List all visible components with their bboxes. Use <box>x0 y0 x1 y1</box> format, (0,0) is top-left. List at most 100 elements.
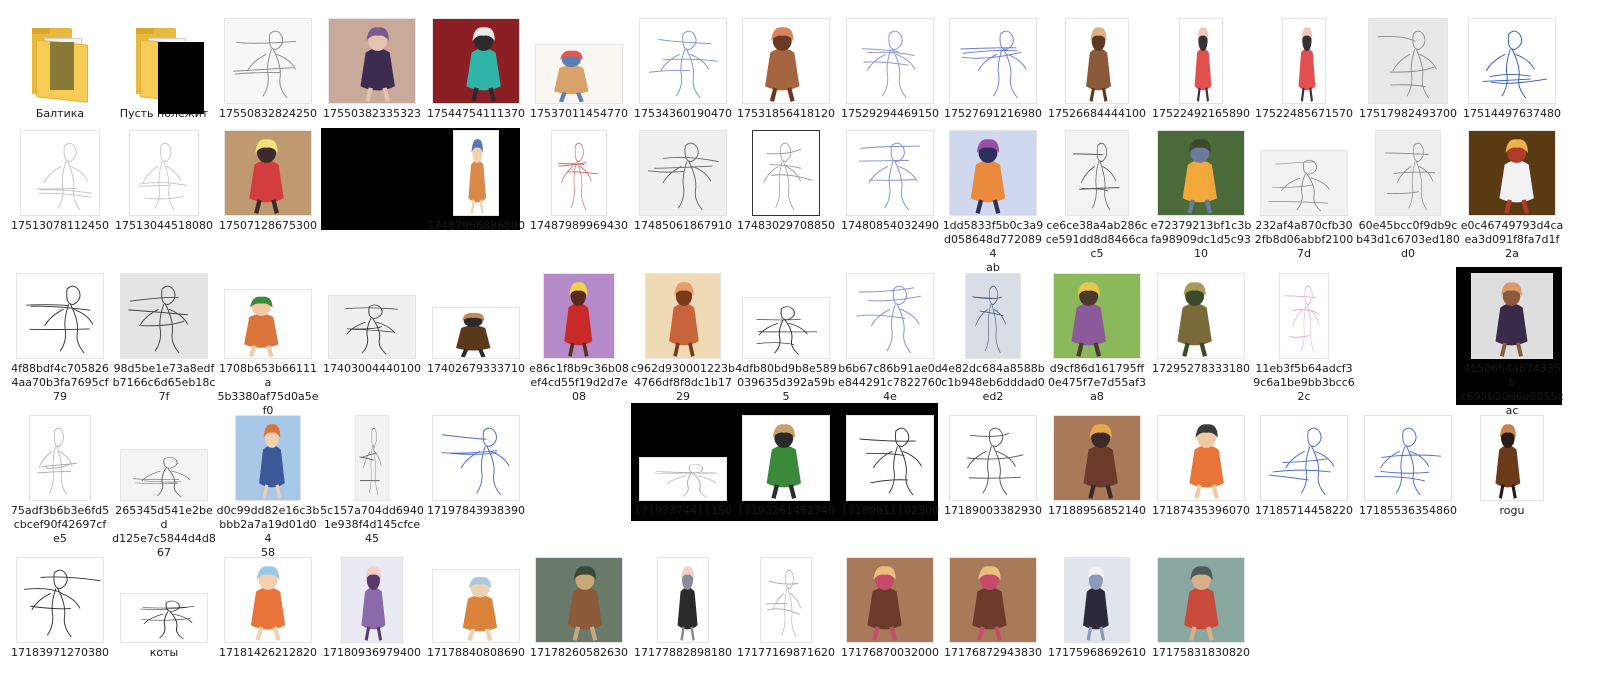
image-preview <box>328 18 416 104</box>
file-item[interactable]: d0c99dd82e16c3b bbb2a7a19d01d04 58 <box>216 409 320 560</box>
image-preview <box>224 18 312 104</box>
image-thumbnail <box>118 551 210 643</box>
file-item[interactable]: 75adf3b6b3e6fd5 cbcef90f42697cf e5 <box>8 409 112 546</box>
file-item[interactable]: 11eb3f5b64adcf3 9c6a1be9bb3bcc6 2c <box>1252 267 1356 404</box>
file-item[interactable]: 17175968692610 <box>1045 551 1149 660</box>
file-item[interactable]: 17402679333710 <box>424 267 528 376</box>
file-item[interactable]: d9cf86d161795ff 0e475f7e7d55af3 a8 <box>1045 267 1149 404</box>
file-item[interactable]: 17487966886890 <box>424 124 528 233</box>
file-item[interactable]: 17177169871620 <box>734 551 838 660</box>
file-item[interactable]: 17550832824250 <box>216 12 320 121</box>
file-item[interactable]: 265345d541e2bed d125e7c5844d4d8 67 <box>112 409 216 560</box>
file-item[interactable]: e72379213bf1c3b fa98909dc1d5c93 10 <box>1149 124 1253 261</box>
file-item[interactable]: 17531856418120 <box>734 12 838 121</box>
file-item[interactable]: 17178260582630 <box>527 551 631 660</box>
file-item[interactable]: 17177882898180 <box>631 551 735 660</box>
figure-body <box>455 325 491 351</box>
figure-body <box>259 445 285 488</box>
image-preview <box>742 18 830 104</box>
file-item[interactable]: 17403004440100 <box>320 267 424 376</box>
folder-item[interactable]: Балтика <box>8 12 112 121</box>
file-item[interactable]: 4150654a674335b c695b20d6e8055c ac <box>1460 267 1564 418</box>
file-item[interactable]: 17507128675300 <box>216 124 320 233</box>
file-item[interactable]: 17514497637480 <box>1460 12 1564 121</box>
image-preview <box>846 130 934 216</box>
image-thumbnail <box>326 267 418 359</box>
figure-body <box>972 587 1007 630</box>
sketch-lines <box>966 427 1024 496</box>
file-item[interactable]: 17193261482740 <box>734 409 838 518</box>
folder-item[interactable]: Пусть полежит <box>112 12 216 121</box>
file-item[interactable]: 5c157a704dd6940 1e938f4d145cfce 45 <box>320 409 424 546</box>
file-item[interactable]: 4dfb80bd9b8e589 039635d392a59b5 97 <box>734 267 838 418</box>
figure-body <box>1194 48 1212 91</box>
file-item[interactable]: 17176870032000 <box>838 551 942 660</box>
file-item[interactable]: 1dd5833f5b0c3a9 d058648d7720894 ab <box>941 124 1045 275</box>
file-item[interactable]: 17185536354860 <box>1356 409 1460 518</box>
file-item[interactable]: 17487989969430 <box>527 124 631 233</box>
sketch-lines <box>763 142 813 211</box>
file-name: Балтика <box>35 107 85 120</box>
file-name: 17295278333180 <box>1152 362 1250 375</box>
image-preview <box>965 273 1021 359</box>
image-thumbnail <box>1051 12 1143 104</box>
file-item[interactable]: коты <box>112 551 216 660</box>
file-item[interactable]: 17513078112450 <box>8 124 112 233</box>
file-item[interactable]: 17485061867910 <box>631 124 735 233</box>
file-item[interactable]: b6b67c86b91ae0d e844291c7822760 4e <box>838 267 942 404</box>
file-item[interactable]: 17522485671570 <box>1252 12 1356 121</box>
sketch-lines <box>858 142 920 211</box>
figure-body <box>677 587 698 630</box>
file-item[interactable]: 17175831830820 <box>1149 551 1253 660</box>
file-item[interactable]: 4f88bdf4c705826 4aa70b3fa7695cf 79 <box>8 267 112 404</box>
file-item[interactable]: 17483029708850 <box>734 124 838 233</box>
file-item[interactable]: 17513044518080 <box>112 124 216 233</box>
file-item[interactable]: 17176872943830 <box>941 551 1045 660</box>
sketch-lines <box>648 30 718 99</box>
file-item[interactable]: c962d930001223b 4766df8f8dc1b17 29 <box>631 267 735 404</box>
figure-body <box>249 160 284 203</box>
file-item[interactable]: 17526684444100 <box>1045 12 1149 121</box>
file-item[interactable]: 1708b653b66111a 5b3380af75d0a5e f0 <box>216 267 320 418</box>
image-thumbnail <box>947 409 1039 501</box>
file-item[interactable]: 17544754111370 <box>424 12 528 121</box>
file-item[interactable]: 17193374411150 <box>631 409 735 518</box>
figure-body <box>766 445 802 488</box>
file-item[interactable]: ce6ce38a4ab286c ce591dd8d8466ca c5 <box>1045 124 1149 261</box>
file-item[interactable]: 17550382335323 <box>320 12 424 121</box>
file-item[interactable]: 17480854032490 <box>838 124 942 233</box>
file-item[interactable]: 60e45bcc0f9db9c b43d1c6703ed180 d0 <box>1356 124 1460 261</box>
file-item[interactable]: 17197843938390 <box>424 409 528 518</box>
file-item[interactable]: 17517982493700 <box>1356 12 1460 121</box>
file-item[interactable]: 17534360190470 <box>631 12 735 121</box>
file-item[interactable]: 17188956852140 <box>1045 409 1149 518</box>
file-item[interactable]: 17189003382930 <box>941 409 1045 518</box>
file-item[interactable]: 4e82dc684a8588b c1b948eb6dddad0 ed2 <box>941 267 1045 404</box>
file-name: 17487989969430 <box>530 219 628 232</box>
file-name: 75adf3b6b3e6fd5 cbcef90f42697cf e5 <box>10 504 110 545</box>
image-thumbnail <box>1362 409 1454 501</box>
image-thumbnail <box>740 12 832 104</box>
image-preview <box>328 295 416 359</box>
file-item[interactable]: 17522492165890 <box>1149 12 1253 121</box>
file-item[interactable]: 17529294469150 <box>838 12 942 121</box>
file-item[interactable]: 17189811102300 <box>838 409 942 518</box>
file-item[interactable]: rogu <box>1460 409 1564 518</box>
figure-body <box>1189 445 1224 488</box>
image-preview <box>224 289 312 359</box>
file-item[interactable]: 232af4a870cfb30 2fb8d06abbf2100 7d <box>1252 124 1356 261</box>
file-item[interactable]: 17295278333180 <box>1149 267 1253 376</box>
image-preview <box>432 569 520 643</box>
file-item[interactable]: 17178840808690 <box>424 551 528 660</box>
image-preview <box>657 557 709 643</box>
file-item[interactable]: 17185714458220 <box>1252 409 1356 518</box>
file-item[interactable]: 17180936979400 <box>320 551 424 660</box>
file-item[interactable]: e86c1f8b9c36b08 ef4cd55f19d2d7e 08 <box>527 267 631 404</box>
file-item[interactable]: 98d5be1e73a8edf b7166c6d65eb18c 7f <box>112 267 216 404</box>
file-item[interactable]: 17537011454770 <box>527 12 631 121</box>
file-item[interactable]: 17527691216980 <box>941 12 1045 121</box>
file-item[interactable]: 17183971270380 <box>8 551 112 660</box>
file-item[interactable]: e0c46749793d4ca ea3d091f8fa7d1f 2a <box>1460 124 1564 261</box>
file-item[interactable]: 17181426212820 <box>216 551 320 660</box>
file-item[interactable]: 17187435396070 <box>1149 409 1253 518</box>
